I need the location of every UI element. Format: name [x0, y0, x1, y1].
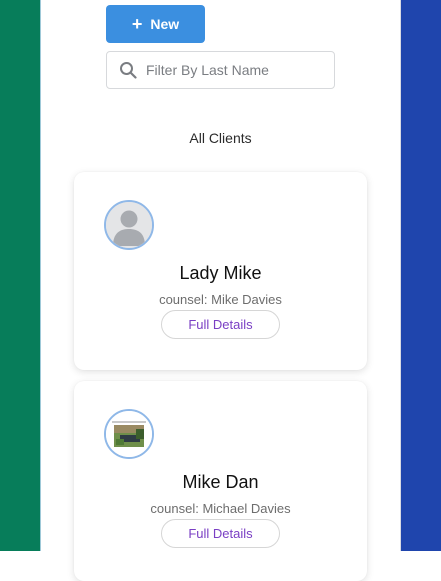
right-background-panel	[401, 0, 441, 551]
full-details-button[interactable]: Full Details	[161, 519, 280, 548]
search-box[interactable]	[106, 51, 335, 89]
photo-thumbnail	[104, 409, 154, 459]
new-button-label: New	[150, 16, 180, 32]
client-name: Lady Mike	[179, 263, 262, 283]
left-panel-edge	[40, 0, 41, 551]
full-details-button[interactable]: Full Details	[161, 310, 280, 339]
search-icon	[120, 62, 137, 79]
plus-icon: +	[131, 14, 143, 34]
left-background-panel	[0, 0, 40, 551]
client-card: Mike Dan counsel: Michael Davies Full De…	[74, 381, 367, 581]
client-card: Lady Mike counsel: Mike Davies Full Deta…	[74, 172, 367, 370]
search-input[interactable]	[146, 62, 316, 78]
default-avatar-icon	[104, 200, 154, 250]
section-title: All Clients	[189, 130, 252, 146]
new-client-button[interactable]: + New	[106, 5, 205, 43]
client-name: Mike Dan	[182, 472, 259, 492]
client-counsel: counsel: Michael Davies	[150, 501, 291, 516]
client-counsel: counsel: Mike Davies	[159, 292, 282, 307]
